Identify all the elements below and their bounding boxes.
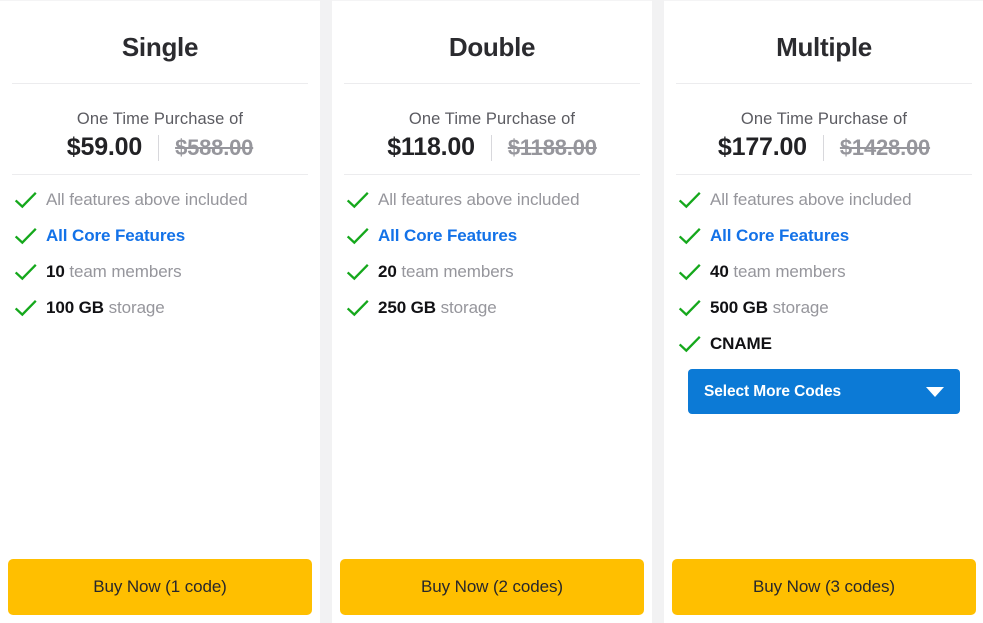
feature-value: 40 <box>710 262 729 281</box>
feature-label: 100 GB storage <box>46 297 165 320</box>
pricing-plans-row: Single One Time Purchase of $59.00 $588.… <box>0 0 983 623</box>
check-icon <box>346 263 369 281</box>
current-price: $177.00 <box>717 133 807 161</box>
check-icon <box>14 263 37 281</box>
buy-button-wrapper: Buy Now (3 codes) <box>664 559 983 623</box>
feature-list: All features above included All Core Feat… <box>0 175 320 559</box>
price-line: $177.00 $1428.00 <box>664 133 983 162</box>
current-price: $118.00 <box>387 133 475 161</box>
feature-item: All features above included <box>678 189 970 212</box>
plan-card-multiple: Multiple One Time Purchase of $177.00 $1… <box>664 0 983 623</box>
original-price: $1428.00 <box>839 134 931 160</box>
price-block: One Time Purchase of $59.00 $588.00 <box>0 84 320 174</box>
feature-value: 250 GB <box>378 298 436 317</box>
feature-item: All features above included <box>14 189 306 212</box>
plan-card-single: Single One Time Purchase of $59.00 $588.… <box>0 0 320 623</box>
price-line: $59.00 $588.00 <box>0 133 320 162</box>
buy-now-button[interactable]: Buy Now (2 codes) <box>340 559 644 615</box>
check-icon <box>346 299 369 317</box>
check-icon <box>678 299 701 317</box>
feature-item: 250 GB storage <box>346 297 638 320</box>
feature-item: All features above included <box>346 189 638 212</box>
check-icon <box>14 299 37 317</box>
check-icon <box>678 191 701 209</box>
check-icon <box>346 227 369 245</box>
buy-button-wrapper: Buy Now (1 code) <box>0 559 320 623</box>
feature-unit: team members <box>733 262 846 281</box>
feature-item: All Core Features <box>14 225 306 248</box>
chevron-down-icon <box>926 386 944 397</box>
feature-label: 500 GB storage <box>710 297 829 320</box>
feature-label: All Core Features <box>378 226 518 245</box>
select-more-codes-label: Select More Codes <box>704 382 841 400</box>
feature-unit: team members <box>69 262 182 281</box>
feature-label: All Core Features <box>710 226 850 245</box>
feature-label: 20 team members <box>378 261 514 284</box>
feature-unit: storage <box>108 298 165 317</box>
original-price: $588.00 <box>175 134 254 160</box>
price-caption: One Time Purchase of <box>76 110 244 128</box>
check-icon <box>346 191 369 209</box>
current-price: $59.00 <box>66 133 143 161</box>
feature-label: All features above included <box>710 190 912 209</box>
plan-title: Single <box>121 32 199 62</box>
feature-value: 10 <box>46 262 65 281</box>
feature-list: All features above included All Core Feat… <box>664 175 983 559</box>
feature-item: 40 team members <box>678 261 970 284</box>
feature-item: CNAME <box>678 333 970 356</box>
feature-value: 20 <box>378 262 397 281</box>
check-icon <box>678 227 701 245</box>
feature-label: All Core Features <box>46 226 186 245</box>
feature-label: 10 team members <box>46 261 182 284</box>
price-caption: One Time Purchase of <box>740 110 908 128</box>
plan-title: Multiple <box>776 32 872 62</box>
feature-item: All Core Features <box>678 225 970 248</box>
feature-unit: team members <box>401 262 514 281</box>
feature-item: 500 GB storage <box>678 297 970 320</box>
buy-now-button[interactable]: Buy Now (3 codes) <box>672 559 976 615</box>
feature-label: CNAME <box>710 334 772 353</box>
plan-title: Double <box>448 32 536 62</box>
buy-button-wrapper: Buy Now (2 codes) <box>332 559 652 623</box>
check-icon <box>678 263 701 281</box>
feature-label: 250 GB storage <box>378 297 497 320</box>
check-icon <box>678 335 701 353</box>
original-price: $1188.00 <box>507 134 597 160</box>
plan-card-double: Double One Time Purchase of $118.00 $118… <box>332 0 652 623</box>
feature-list: All features above included All Core Feat… <box>332 175 652 559</box>
check-icon <box>14 191 37 209</box>
feature-item: 100 GB storage <box>14 297 306 320</box>
price-block: One Time Purchase of $118.00 $1188.00 <box>332 84 652 174</box>
feature-label: 40 team members <box>710 261 846 284</box>
feature-unit: storage <box>772 298 829 317</box>
select-more-codes-dropdown[interactable]: Select More Codes <box>688 369 960 414</box>
feature-unit: storage <box>440 298 497 317</box>
check-icon <box>14 227 37 245</box>
feature-item: 10 team members <box>14 261 306 284</box>
feature-label: All features above included <box>46 190 248 209</box>
price-block: One Time Purchase of $177.00 $1428.00 <box>664 84 983 174</box>
feature-value: 100 GB <box>46 298 104 317</box>
feature-item: All Core Features <box>346 225 638 248</box>
feature-label: All features above included <box>378 190 580 209</box>
price-line: $118.00 $1188.00 <box>332 133 652 162</box>
buy-now-button[interactable]: Buy Now (1 code) <box>8 559 312 615</box>
price-caption: One Time Purchase of <box>408 110 576 128</box>
feature-value: 500 GB <box>710 298 768 317</box>
feature-item: 20 team members <box>346 261 638 284</box>
